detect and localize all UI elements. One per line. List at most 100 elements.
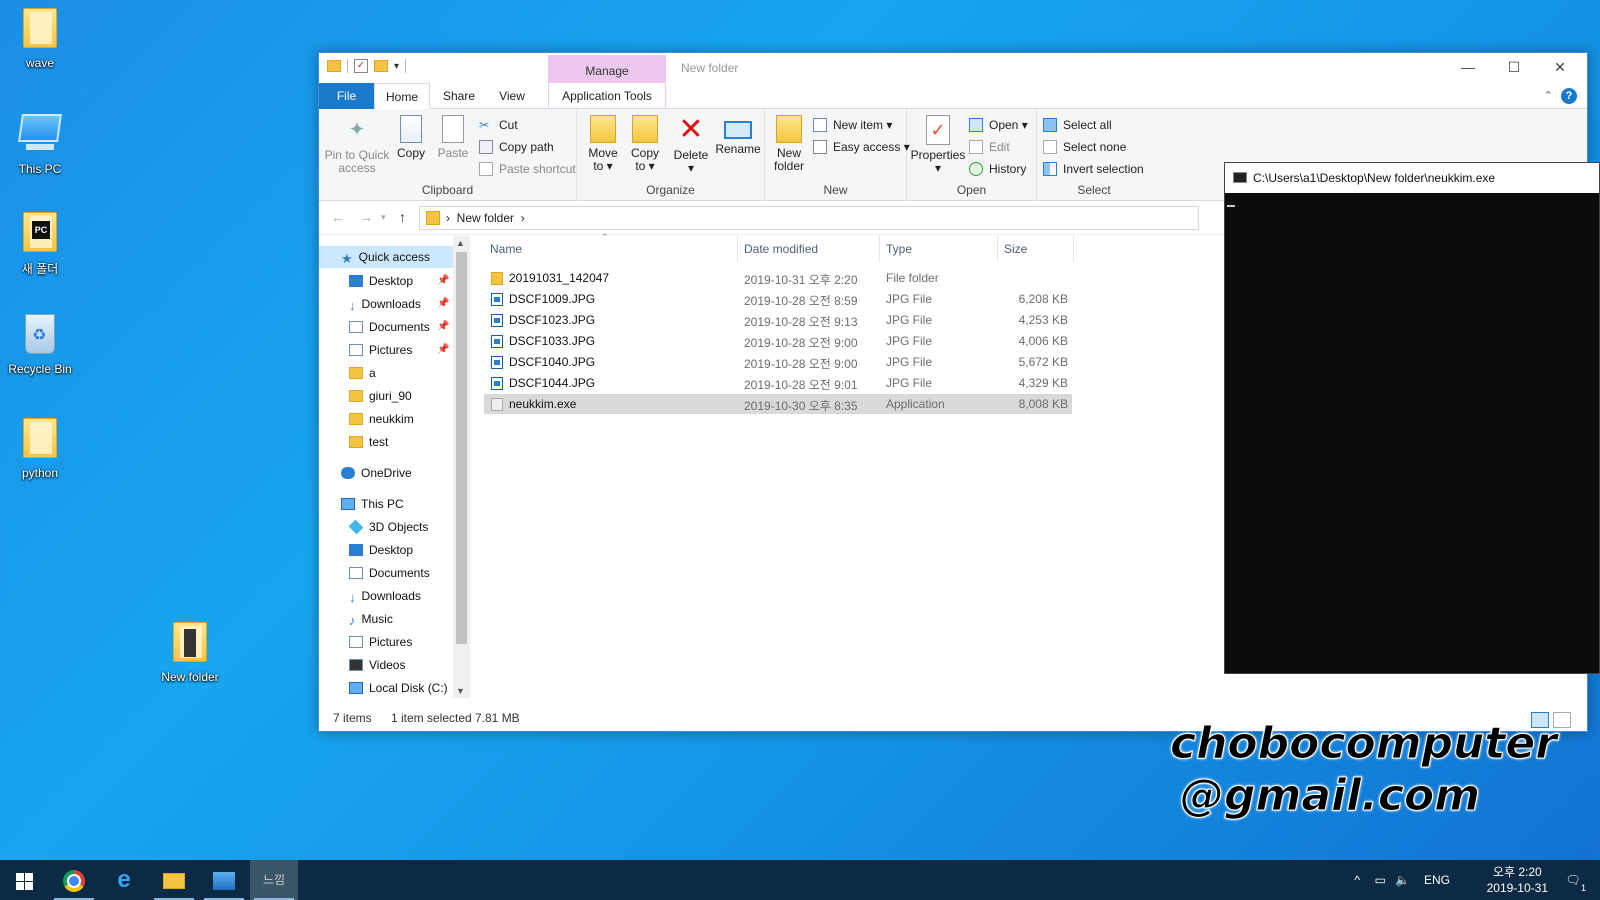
nav-this-pc[interactable]: This PC (341, 493, 404, 515)
new-item-button[interactable]: New item ▾ (813, 115, 892, 135)
nav-item-music[interactable]: ♪ Music (349, 608, 393, 630)
cut-button[interactable]: ✂ Cut (479, 115, 518, 135)
desktop-icon-recycle-bin[interactable]: Recycle Bin (0, 314, 80, 376)
file-row[interactable]: DSCF1023.JPG 2019-10-28 오전 9:13 JPG File… (484, 310, 1072, 330)
file-row[interactable]: DSCF1044.JPG 2019-10-28 오전 9:01 JPG File… (484, 373, 1072, 393)
up-arrow-icon[interactable]: ↑ (399, 209, 406, 225)
file-explorer-taskbar-button[interactable] (150, 860, 198, 900)
tab-manage[interactable]: Manage (548, 55, 666, 83)
file-row[interactable]: DSCF1033.JPG 2019-10-28 오전 9:00 JPG File… (484, 331, 1072, 351)
copy-to-button[interactable]: Copy to ▾ (625, 115, 665, 173)
app-taskbar-button[interactable] (200, 860, 248, 900)
file-size: 8,008 KB (1018, 397, 1068, 411)
nav-item-test[interactable]: test (349, 431, 388, 453)
invert-selection-button[interactable]: Invert selection (1043, 159, 1144, 179)
file-row[interactable]: DSCF1040.JPG 2019-10-28 오전 9:00 JPG File… (484, 352, 1072, 372)
tab-home[interactable]: Home (374, 83, 430, 109)
back-arrow-icon[interactable]: ← (331, 209, 345, 225)
nav-item-local-disk[interactable]: Local Disk (C:) (349, 677, 448, 698)
breadcrumb-separator[interactable]: › (446, 211, 450, 225)
desktop-icon-new-folder[interactable]: New folder (150, 622, 230, 684)
column-header-type[interactable]: Type (880, 236, 998, 262)
nav-item-pc-downloads[interactable]: ↓ Downloads (349, 585, 421, 607)
new-folder-icon[interactable] (374, 60, 388, 72)
open-button[interactable]: Open ▾ (969, 115, 1028, 135)
file-row-selected[interactable]: neukkim.exe 2019-10-30 오후 8:35 Applicati… (484, 394, 1072, 414)
select-none-button[interactable]: Select none (1043, 137, 1126, 157)
desktop-icon-new-folder-korean[interactable]: PC 새 폴더 (0, 212, 80, 277)
properties-button[interactable]: ✓ Properties ▾ (907, 115, 969, 175)
column-header-name[interactable]: Name (484, 236, 738, 262)
start-button[interactable] (0, 860, 48, 900)
help-icon[interactable]: ? (1561, 88, 1577, 104)
tab-file[interactable]: File (319, 83, 374, 109)
nav-item-a[interactable]: a (349, 362, 376, 384)
delete-button[interactable]: ✕ Delete ▾ (669, 115, 713, 175)
tab-application-tools[interactable]: Application Tools (548, 83, 666, 109)
column-header-date[interactable]: Date modified (738, 236, 880, 262)
file-row[interactable]: DSCF1009.JPG 2019-10-28 오전 8:59 JPG File… (484, 289, 1072, 309)
collapse-ribbon-icon[interactable]: ⌃ (1544, 89, 1553, 102)
volume-icon[interactable]: 🔈 (1395, 860, 1410, 900)
close-button[interactable]: ✕ (1537, 53, 1583, 83)
network-icon[interactable]: ▭ (1375, 860, 1386, 900)
desktop-icon-this-pc[interactable]: This PC (0, 110, 80, 176)
pin-to-quick-access-button[interactable]: ✦ Pin to Quick access (323, 115, 391, 175)
nav-item-pc-desktop[interactable]: Desktop (349, 539, 413, 561)
column-header-size[interactable]: Size (998, 236, 1074, 262)
scroll-down-icon[interactable]: ▼ (456, 686, 465, 696)
minimize-button[interactable]: — (1445, 53, 1491, 83)
easy-access-button[interactable]: Easy access ▾ (813, 137, 910, 157)
edit-button[interactable]: Edit (969, 137, 1010, 157)
show-hidden-icons-button[interactable]: ^ (1354, 860, 1360, 900)
taskbar-clock[interactable]: 오후 2:20 2019-10-31 (1487, 864, 1548, 896)
breadcrumb-separator[interactable]: › (521, 211, 525, 225)
console-taskbar-button[interactable]: 느낌 (250, 860, 298, 900)
file-date: 2019-10-28 오전 8:59 (744, 294, 858, 308)
nav-item-documents[interactable]: Documents 📌 (349, 316, 453, 338)
nav-quick-access[interactable]: ★ Quick access (319, 246, 453, 268)
nav-item-giuri-90[interactable]: giuri_90 (349, 385, 412, 407)
properties-icon[interactable]: ✓ (354, 59, 368, 73)
file-row[interactable]: 20191031_142047 2019-10-31 오후 2:20 File … (484, 268, 1072, 288)
nav-item-downloads[interactable]: ↓ Downloads 📌 (349, 293, 453, 315)
move-to-button[interactable]: Move to ▾ (583, 115, 623, 173)
nav-item-3d-objects[interactable]: 3D Objects (348, 516, 428, 538)
paste-shortcut-button[interactable]: Paste shortcut (479, 159, 576, 179)
paste-button[interactable]: Paste (433, 115, 473, 160)
desktop-icon-wave[interactable]: wave (0, 8, 80, 70)
nav-item-neukkim[interactable]: neukkim (349, 408, 414, 430)
file-type: JPG File (886, 355, 933, 369)
tab-share[interactable]: Share (434, 83, 484, 109)
action-center-button[interactable]: 🗨 1 (1558, 860, 1588, 900)
customize-qat-icon[interactable]: ▾ (394, 61, 399, 72)
address-bar[interactable]: › New folder › (419, 206, 1199, 230)
copy-path-button[interactable]: Copy path (479, 137, 554, 157)
edge-taskbar-button[interactable]: e (100, 860, 148, 900)
new-folder-button[interactable]: New folder (769, 115, 809, 173)
nav-item-pictures[interactable]: Pictures 📌 (349, 339, 453, 361)
desktop-icon-python[interactable]: python (0, 418, 80, 480)
nav-scrollbar[interactable]: ▲ ▼ (453, 236, 470, 698)
nav-item-videos[interactable]: Videos (349, 654, 405, 676)
rename-button[interactable]: Rename (713, 115, 763, 156)
copy-button[interactable]: Copy (393, 115, 429, 160)
nav-onedrive[interactable]: OneDrive (341, 462, 412, 484)
clipboard-group: ✦ Pin to Quick access Copy Paste ✂ Cut C… (319, 109, 577, 201)
select-all-button[interactable]: Select all (1043, 115, 1112, 135)
breadcrumb-item[interactable]: New folder (457, 211, 514, 225)
maximize-button[interactable]: ☐ (1491, 53, 1537, 83)
history-button[interactable]: History (969, 159, 1026, 179)
forward-arrow-icon[interactable]: → (359, 209, 373, 225)
scroll-up-icon[interactable]: ▲ (456, 238, 465, 248)
scrollbar-thumb[interactable] (456, 252, 467, 644)
download-icon: ↓ (349, 298, 356, 313)
nav-item-desktop[interactable]: Desktop 📌 (349, 270, 453, 292)
console-window[interactable]: C:\Users\a1\Desktop\New folder\neukkim.e… (1224, 162, 1600, 674)
nav-item-pc-documents[interactable]: Documents (349, 562, 430, 584)
input-language[interactable]: ENG (1424, 860, 1450, 900)
recent-locations-icon[interactable]: ▾ (381, 212, 386, 223)
chrome-taskbar-button[interactable] (50, 860, 98, 900)
tab-view[interactable]: View (487, 83, 537, 109)
nav-item-pc-pictures[interactable]: Pictures (349, 631, 412, 653)
